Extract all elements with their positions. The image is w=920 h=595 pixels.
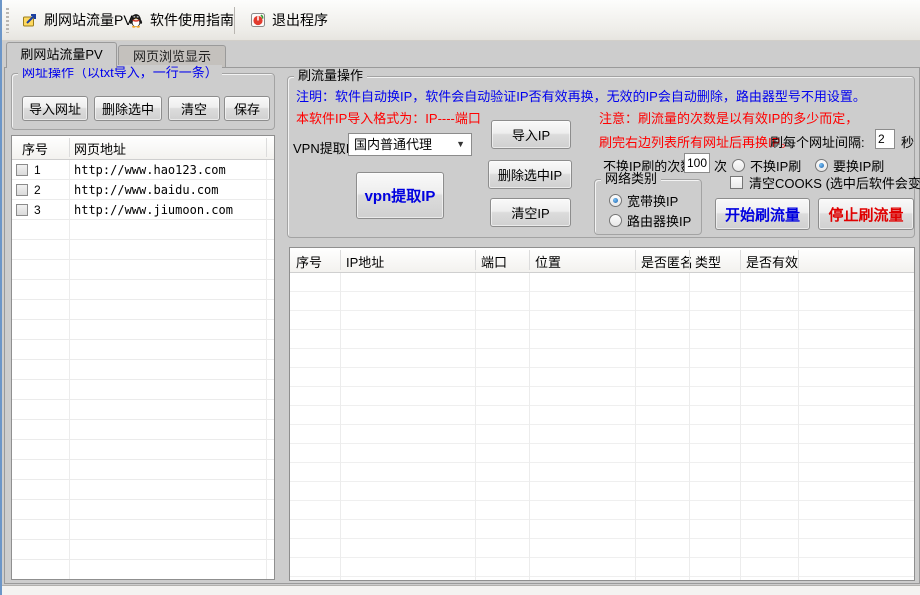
url-row-checkbox[interactable]: [16, 184, 28, 196]
ip-header-valid[interactable]: 是否有效: [746, 252, 798, 271]
network-group-title: 网络类别: [601, 171, 661, 187]
tab-content-panel: 网址操作（以txt导入，一行一条） 导入网址 删除选中 清空 保存 序号 网页地…: [4, 67, 920, 584]
url-operations-group: 网址操作（以txt导入，一行一条） 导入网址 删除选中 清空 保存: [11, 73, 275, 130]
penguin-icon: [128, 12, 144, 28]
toolbar-button-exit[interactable]: 退出程序: [242, 5, 336, 35]
vpn-proxy-select[interactable]: 国内普通代理 ▼: [348, 133, 472, 156]
url-list-body[interactable]: 1 http://www.hao123.com 2 http://www.bai…: [12, 160, 274, 579]
toolbar-separator: [234, 7, 235, 34]
ip-list-body[interactable]: [290, 273, 914, 580]
save-urls-button[interactable]: 保存: [224, 96, 270, 121]
url-list-header[interactable]: 序号 网页地址: [12, 136, 274, 160]
times-unit: 次: [714, 156, 727, 175]
radio-label: 宽带换IP: [627, 191, 678, 210]
radio-icon: [609, 214, 622, 227]
app-window: 刷网站流量PV 软件使用指南: [0, 0, 920, 595]
vpn-proxy-selected-value: 国内普通代理: [354, 137, 432, 152]
url-row[interactable]: 1 http://www.hao123.com: [12, 160, 274, 180]
exit-icon: [250, 12, 266, 28]
ip-list[interactable]: 序号 IP地址 端口 位置 是否匿名 类型 是否有效: [289, 247, 915, 581]
tab-browser-view[interactable]: 网页浏览显示: [118, 45, 226, 67]
times-input[interactable]: [684, 153, 710, 173]
toolbar: 刷网站流量PV 软件使用指南: [2, 0, 920, 41]
url-row-index: 3: [34, 203, 41, 217]
note-count-line2: 刷完右边列表所有网址后再换IP。: [599, 132, 793, 151]
url-row[interactable]: 2 http://www.baidu.com: [12, 180, 274, 200]
toolbar-grip[interactable]: [6, 8, 9, 33]
status-bar: [2, 585, 920, 595]
url-header-index[interactable]: 序号: [22, 139, 48, 158]
url-row-address: http://www.hao123.com: [74, 163, 226, 177]
url-row-checkbox[interactable]: [16, 164, 28, 176]
network-type-group: 网络类别 宽带换IP 路由器换IP: [594, 179, 702, 235]
url-row-address: http://www.jiumoon.com: [74, 203, 233, 217]
toolbar-button-label: 退出程序: [272, 10, 328, 30]
clear-urls-button[interactable]: 清空: [168, 96, 220, 121]
toolbar-button-label: 软件使用指南: [150, 10, 234, 30]
note-ip-format: 本软件IP导入格式为：IP----端口: [296, 108, 481, 127]
url-row-address: http://www.baidu.com: [74, 183, 219, 197]
url-list[interactable]: 序号 网页地址 1 http://www.hao123.com 2 http:/…: [11, 135, 275, 580]
radio-label: 路由器换IP: [627, 211, 691, 230]
ip-header-address[interactable]: IP地址: [346, 252, 384, 271]
delete-selected-urls-button[interactable]: 删除选中: [94, 96, 162, 121]
ip-header-location[interactable]: 位置: [535, 252, 561, 271]
start-traffic-button[interactable]: 开始刷流量: [715, 198, 810, 230]
toolbar-button-guide[interactable]: 软件使用指南: [120, 5, 242, 35]
radio-icon: [732, 159, 745, 172]
interval-input[interactable]: [875, 129, 895, 149]
radio-icon: [609, 194, 622, 207]
checkbox-icon: [730, 176, 743, 189]
delete-selected-ip-button[interactable]: 删除选中IP: [488, 160, 572, 189]
checkbox-label: 清空COOKS (选中后软件会变慢): [749, 173, 920, 192]
note-count-line1: 注意：刷流量的次数是以有效IP的多少而定，: [599, 108, 858, 127]
stop-traffic-button[interactable]: 停止刷流量: [818, 198, 914, 230]
import-urls-button[interactable]: 导入网址: [22, 96, 88, 121]
chevron-down-icon: ▼: [456, 134, 465, 155]
url-row-index: 2: [34, 183, 41, 197]
import-ip-button[interactable]: 导入IP: [491, 120, 571, 149]
note-auto-ip: 注明：软件自动换IP，软件会自动验证IP否有效再换，无效的IP会自动删除，路由器…: [296, 86, 866, 105]
traffic-group-title: 刷流量操作: [294, 68, 367, 84]
url-row-checkbox[interactable]: [16, 204, 28, 216]
ip-list-header[interactable]: 序号 IP地址 端口 位置 是否匿名 类型 是否有效: [290, 248, 914, 273]
clear-ip-button[interactable]: 清空IP: [490, 198, 571, 227]
url-row[interactable]: 3 http://www.jiumoon.com: [12, 200, 274, 220]
interval-unit: 秒: [901, 132, 914, 151]
ip-header-anonymous[interactable]: 是否匿名: [641, 252, 693, 271]
radio-router-ip[interactable]: 路由器换IP: [609, 211, 691, 230]
tab-traffic-pv[interactable]: 刷网站流量PV: [6, 42, 117, 68]
ip-header-index[interactable]: 序号: [296, 252, 322, 271]
ip-header-port[interactable]: 端口: [481, 252, 507, 271]
url-header-address[interactable]: 网页地址: [74, 139, 126, 158]
interval-label: 刷每个网址间隔:: [770, 132, 865, 151]
traffic-operations-group: 刷流量操作 注明：软件自动换IP，软件会自动验证IP否有效再换，无效的IP会自动…: [287, 76, 915, 238]
radio-icon: [815, 159, 828, 172]
url-row-index: 1: [34, 163, 41, 177]
ip-header-type[interactable]: 类型: [695, 252, 721, 271]
radio-broadband-ip[interactable]: 宽带换IP: [609, 191, 678, 210]
vpn-extract-ip-button[interactable]: vpn提取IP: [356, 172, 444, 219]
traffic-app-icon: [22, 12, 38, 28]
clear-cookies-checkbox[interactable]: 清空COOKS (选中后软件会变慢): [730, 173, 920, 192]
